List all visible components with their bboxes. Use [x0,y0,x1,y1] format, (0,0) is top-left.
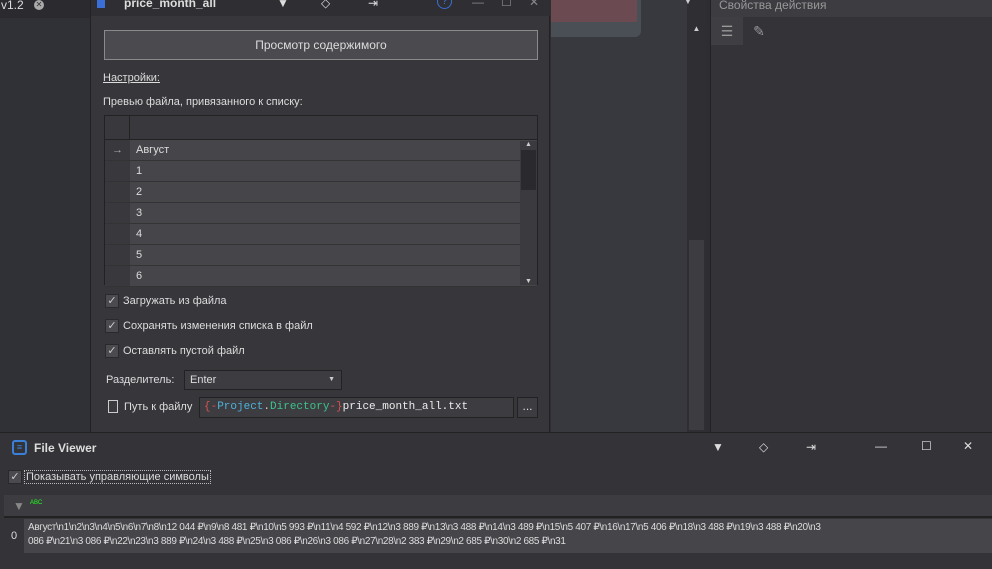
cell[interactable]: 4 [130,224,537,244]
cell[interactable]: 2 [130,182,537,202]
browse-button[interactable]: ... [517,397,538,418]
cell[interactable]: 1 [130,161,537,181]
pin-icon[interactable]: ◇ [759,440,768,454]
workspace-background [0,18,90,432]
checkbox-label: Показывать управляющие символы [24,470,211,484]
grid-header: ▼ ABC [4,495,992,518]
close-button[interactable]: ✕ [963,439,973,453]
checkbox-check-icon[interactable]: ✓ [105,344,119,358]
close-icon[interactable]: ✕ [34,0,44,10]
action-properties-panel: Свойства действия ☰ ✎ [710,0,992,432]
filter-icon[interactable]: ▼ [277,0,289,10]
table-row[interactable]: 1 [105,161,537,182]
checkbox-label: Сохранять изменения списка в файл [123,320,313,332]
file-icon [108,400,118,413]
path-bracket: {- [204,401,218,413]
maximize-button[interactable]: ☐ [501,0,512,9]
dialog-title: price_month_all [124,0,217,10]
grid-scrollbar[interactable]: ▲ ▼ [520,141,537,285]
action-block-header [551,0,637,22]
close-button[interactable]: ✕ [529,0,539,9]
minimize-button[interactable]: — [875,439,887,453]
list-icon: ≡ [12,440,27,455]
panel-title: Свойства действия [711,0,992,17]
table-row[interactable]: 5 [105,245,537,266]
export-icon[interactable]: ⇥ [368,0,378,10]
scroll-thumb[interactable] [689,240,704,430]
pin-icon[interactable]: ◇ [321,0,330,10]
preview-grid: → Август 1 2 3 4 5 6 ▲ ▼ [104,115,538,287]
action-block[interactable] [551,0,641,37]
checkbox-check-icon[interactable]: ✓ [105,294,119,308]
tab-version[interactable]: v1.2 [1,0,24,12]
settings-link[interactable]: Настройки: [103,72,160,84]
content-line: 086 ₽\n21\n3 086 ₽\n22\n23\n3 889 ₽\n24\… [28,536,566,547]
path-bracket: -} [329,401,343,413]
save-changes-checkbox[interactable]: ✓ Сохранять изменения списка в файл [105,319,313,333]
scroll-up-icon[interactable]: ▲ [687,24,706,33]
path-variable: Directory [270,401,330,413]
show-control-chars-checkbox[interactable]: ✓ Показывать управляющие символы [8,470,211,484]
list-settings-dialog: price_month_all ▼ ◇ ⇥ ? — ☐ ✕ Просмотр с… [90,0,551,432]
editor-area: ▲ ▼ [551,0,706,432]
export-icon[interactable]: ⇥ [806,440,816,454]
text-column-icon: ABC [30,500,43,506]
properties-settings-icon[interactable]: ☰ [711,17,743,45]
load-from-file-checkbox[interactable]: ✓ Загружать из файла [105,294,227,308]
separator-select[interactable]: Enter ▼ [184,370,342,390]
table-row[interactable]: 6 [105,266,537,287]
checkbox-label: Загружать из файла [123,295,227,307]
filter-icon[interactable]: ▼ [712,440,724,454]
scrollbar[interactable]: ▲ [687,0,706,432]
chevron-down-icon: ▼ [328,376,335,383]
cell[interactable]: 6 [130,266,537,286]
file-viewer-panel: ≡ File Viewer ▼ ◇ ⇥ — ☐ ✕ ✓ Показывать у… [0,432,992,569]
file-viewer-title: File Viewer [34,441,97,455]
scroll-down-icon[interactable]: ▼ [520,278,537,285]
maximize-button[interactable]: ☐ [921,439,932,453]
path-variable: Project [217,401,264,413]
view-content-button[interactable]: Просмотр содержимого [104,30,538,60]
path-filename: price_month_all.txt [342,401,469,413]
properties-edit-icon[interactable]: ✎ [743,17,775,45]
checkbox-check-icon[interactable]: ✓ [8,470,22,484]
table-row[interactable]: 2 [105,182,537,203]
file-path-input[interactable]: {-Project.Directory-}price_month_all.txt [199,397,514,418]
list-icon [97,0,105,8]
filter-icon[interactable]: ▼ [13,499,25,513]
scroll-thumb[interactable] [521,150,536,190]
preview-label: Превью файла, привязанного к списку: [103,96,303,108]
row-index: 0 [10,530,18,542]
cell[interactable]: 5 [130,245,537,265]
keep-empty-file-checkbox[interactable]: ✓ Оставлять пустой файл [105,344,245,358]
grid-header [105,116,537,140]
current-row-arrow-icon: → [105,140,130,160]
file-content-cell[interactable]: Август\n1\n2\n3\n4\n5\n6\n7\n8\n12 044 ₽… [24,519,992,553]
help-icon[interactable]: ? [437,0,452,9]
table-row[interactable]: → Август [105,140,537,161]
dialog-titlebar: price_month_all ▼ ◇ ⇥ ? — ☐ ✕ [91,0,551,16]
path-label: Путь к файлу [124,401,193,413]
table-row[interactable]: 4 [105,224,537,245]
minimize-button[interactable]: — [472,0,484,9]
separator-value: Enter [190,374,217,386]
separator-label: Разделитель: [106,374,175,386]
scroll-up-icon[interactable]: ▲ [520,141,537,148]
cell[interactable]: 3 [130,203,537,223]
table-row[interactable]: 0 Август\n1\n2\n3\n4\n5\n6\n7\n8\n12 044… [4,519,992,553]
checkbox-label: Оставлять пустой файл [123,345,245,357]
checkbox-check-icon[interactable]: ✓ [105,319,119,333]
file-viewer-header: ≡ File Viewer ▼ ◇ ⇥ — ☐ ✕ [0,433,992,463]
cell[interactable]: Август [130,140,537,160]
dropdown-icon[interactable]: ▼ [684,0,692,6]
table-row[interactable]: 3 [105,203,537,224]
content-line: Август\n1\n2\n3\n4\n5\n6\n7\n8\n12 044 ₽… [28,522,821,533]
